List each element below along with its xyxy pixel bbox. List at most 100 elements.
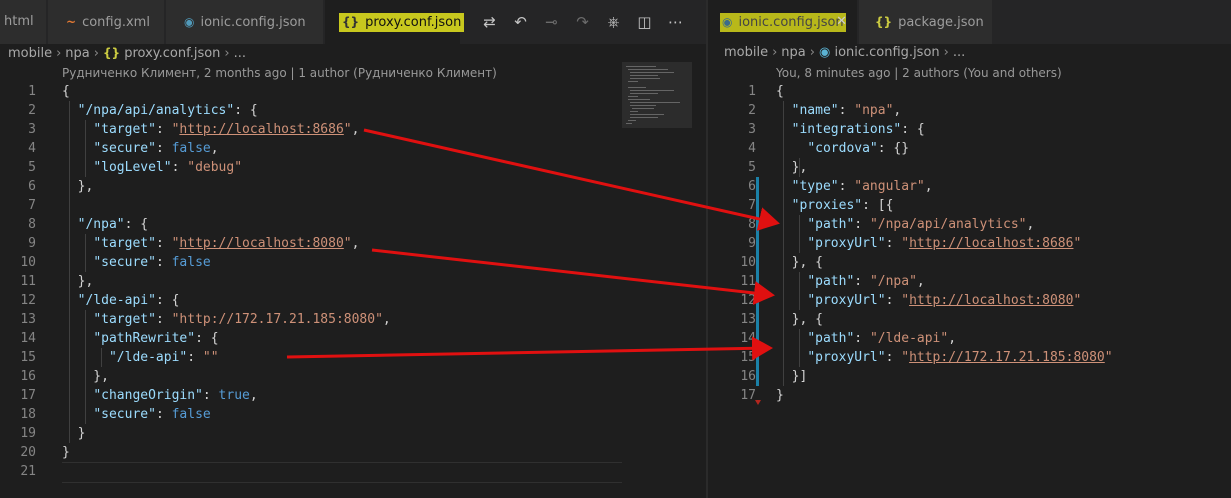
code-line[interactable]: 15 "proxyUrl": "http://172.17.21.185:808… (708, 348, 1231, 367)
line-number: 1 (748, 84, 756, 99)
code-token[interactable]: http://localhost:8686 (909, 236, 1073, 251)
code-line[interactable]: 4 "secure": false, (0, 139, 706, 158)
breadcrumb-item[interactable]: mobile (724, 45, 768, 60)
code-line[interactable]: 12 "/lde-api": { (0, 291, 706, 310)
code-line[interactable]: 15 "/lde-api": "" (0, 348, 706, 367)
code-line[interactable]: 2 "name": "npa", (708, 101, 1231, 120)
tab-label: package.json (898, 15, 984, 30)
code-editor[interactable]: 1{2 "/npa/api/analytics": {3 "target": "… (0, 82, 706, 481)
split-editor-icon[interactable]: ◫ (629, 0, 660, 44)
code-token[interactable]: http://localhost:8080 (179, 236, 343, 251)
tab-html[interactable]: html (0, 0, 47, 44)
code-line[interactable]: 3 "target": "http://localhost:8686", (0, 120, 706, 139)
code-token[interactable]: http://172.17.21.185:8080 (909, 350, 1105, 365)
code-line[interactable]: 11 "path": "/npa", (708, 272, 1231, 291)
code-line[interactable]: 11 }, (0, 272, 706, 291)
code-token: : (854, 331, 870, 346)
breadcrumb: mobile › npa › ◉ ionic.config.json ›... (724, 44, 965, 66)
code-line[interactable]: 1{ (0, 82, 706, 101)
code-token: " (1104, 350, 1113, 365)
code-token: "secure" (93, 407, 156, 422)
tab-ionic-config-json[interactable]: ◉ ionic.config.json ✕ (708, 0, 858, 44)
code-line[interactable]: 8 "/npa": { (0, 215, 706, 234)
breadcrumb-item[interactable]: npa (65, 46, 89, 61)
code-text: "path": "/npa/api/analytics", (776, 215, 1034, 234)
code-text: }, (62, 367, 109, 386)
code-line[interactable]: 1{ (708, 82, 1231, 101)
code-line[interactable]: 4 "cordova": {} (708, 139, 1231, 158)
breadcrumb-item[interactable]: mobile (8, 46, 52, 61)
more-actions-icon[interactable]: ⋯ (660, 0, 691, 44)
code-token: } (62, 426, 86, 441)
line-number: 4 (748, 141, 756, 156)
code-line[interactable]: 3 "integrations": { (708, 120, 1231, 139)
code-token: "angular" (854, 179, 925, 194)
tab-package-json[interactable]: {} package.json (859, 0, 993, 44)
code-line[interactable]: 17 "changeOrigin": true, (0, 386, 706, 405)
code-line[interactable]: 14 "path": "/lde-api", (708, 329, 1231, 348)
git-commit-icon[interactable]: ⊸ (536, 0, 567, 44)
code-line[interactable]: 5 }, (708, 158, 1231, 177)
breadcrumb-item[interactable]: ... (234, 46, 246, 61)
go-back-icon[interactable]: ↶ (505, 0, 536, 44)
git-blame-codelens[interactable]: Рудниченко Климент, 2 months ago | 1 aut… (62, 66, 497, 80)
code-line[interactable]: 10 }, { (708, 253, 1231, 272)
tab-config-xml[interactable]: ~ config.xml (48, 0, 165, 44)
code-token: "/npa" (77, 217, 125, 232)
code-text: } (62, 443, 70, 462)
code-line[interactable]: 13 }, { (708, 310, 1231, 329)
code-token: : (155, 141, 172, 156)
code-token: "proxies" (791, 198, 863, 213)
code-line[interactable]: 20} (0, 443, 706, 462)
tab-proxy-conf-json[interactable]: {} proxy.conf.json (325, 0, 465, 44)
breadcrumb-item[interactable]: ionic.config.json (834, 45, 939, 60)
code-line[interactable]: 10 "secure": false (0, 253, 706, 272)
code-token: "proxyUrl" (807, 350, 886, 365)
code-line[interactable]: 9 "proxyUrl": "http://localhost:8686" (708, 234, 1231, 253)
code-line[interactable]: 7 (0, 196, 706, 215)
code-token: : (202, 388, 219, 403)
code-line[interactable]: 14 "pathRewrite": { (0, 329, 706, 348)
code-line[interactable]: 9 "target": "http://localhost:8080", (0, 234, 706, 253)
code-line[interactable]: 16 }, (0, 367, 706, 386)
code-line[interactable]: 7 "proxies": [{ (708, 196, 1231, 215)
code-line[interactable]: 8 "path": "/npa/api/analytics", (708, 215, 1231, 234)
git-blame-codelens[interactable]: You, 8 minutes ago | 2 authors (You and … (776, 66, 1062, 80)
code-text: } (62, 424, 86, 443)
code-line[interactable]: 13 "target": "http://172.17.21.185:8080"… (0, 310, 706, 329)
breadcrumb-item[interactable]: ... (953, 45, 965, 60)
go-forward-icon[interactable]: ↷ (567, 0, 598, 44)
open-timeline-icon[interactable]: ⎈ (598, 0, 629, 44)
code-line[interactable]: 16 }] (708, 367, 1231, 386)
close-icon[interactable]: ✕ (836, 0, 847, 44)
code-line[interactable]: 6 }, (0, 177, 706, 196)
line-number: 16 (740, 369, 756, 384)
compare-changes-icon[interactable]: ⇄ (474, 0, 505, 44)
code-line[interactable]: 19 } (0, 424, 706, 443)
code-text: "cordova": {} (776, 139, 909, 158)
code-line[interactable]: 21 (0, 462, 706, 481)
ionic-icon: ◉ (818, 45, 831, 60)
code-line[interactable]: 12 "proxyUrl": "http://localhost:8080" (708, 291, 1231, 310)
code-line[interactable]: 2 "/npa/api/analytics": { (0, 101, 706, 120)
breadcrumb-item[interactable]: npa (781, 45, 805, 60)
tab-label: proxy.conf.json (365, 15, 462, 30)
code-token: : { (155, 293, 180, 308)
line-number: 11 (740, 274, 756, 289)
tab-ionic-config-json[interactable]: ◉ ionic.config.json (166, 0, 324, 44)
code-text: "secure": false (62, 405, 210, 424)
code-token: , (916, 274, 925, 289)
code-line[interactable]: 5 "logLevel": "debug" (0, 158, 706, 177)
code-editor[interactable]: 1{2 "name": "npa", 3 "integrations": {4 "… (708, 82, 1231, 405)
code-text: "proxyUrl": "http://172.17.21.185:8080" (776, 348, 1113, 367)
code-line[interactable]: 18 "secure": false (0, 405, 706, 424)
code-line[interactable]: 17} (708, 386, 1231, 405)
code-line[interactable]: 6 "type": "angular", (708, 177, 1231, 196)
code-token[interactable]: http://localhost:8080 (909, 293, 1073, 308)
code-token[interactable]: http://localhost:8686 (179, 122, 343, 137)
breadcrumb-item[interactable]: proxy.conf.json (124, 46, 220, 61)
code-token: , (948, 331, 957, 346)
